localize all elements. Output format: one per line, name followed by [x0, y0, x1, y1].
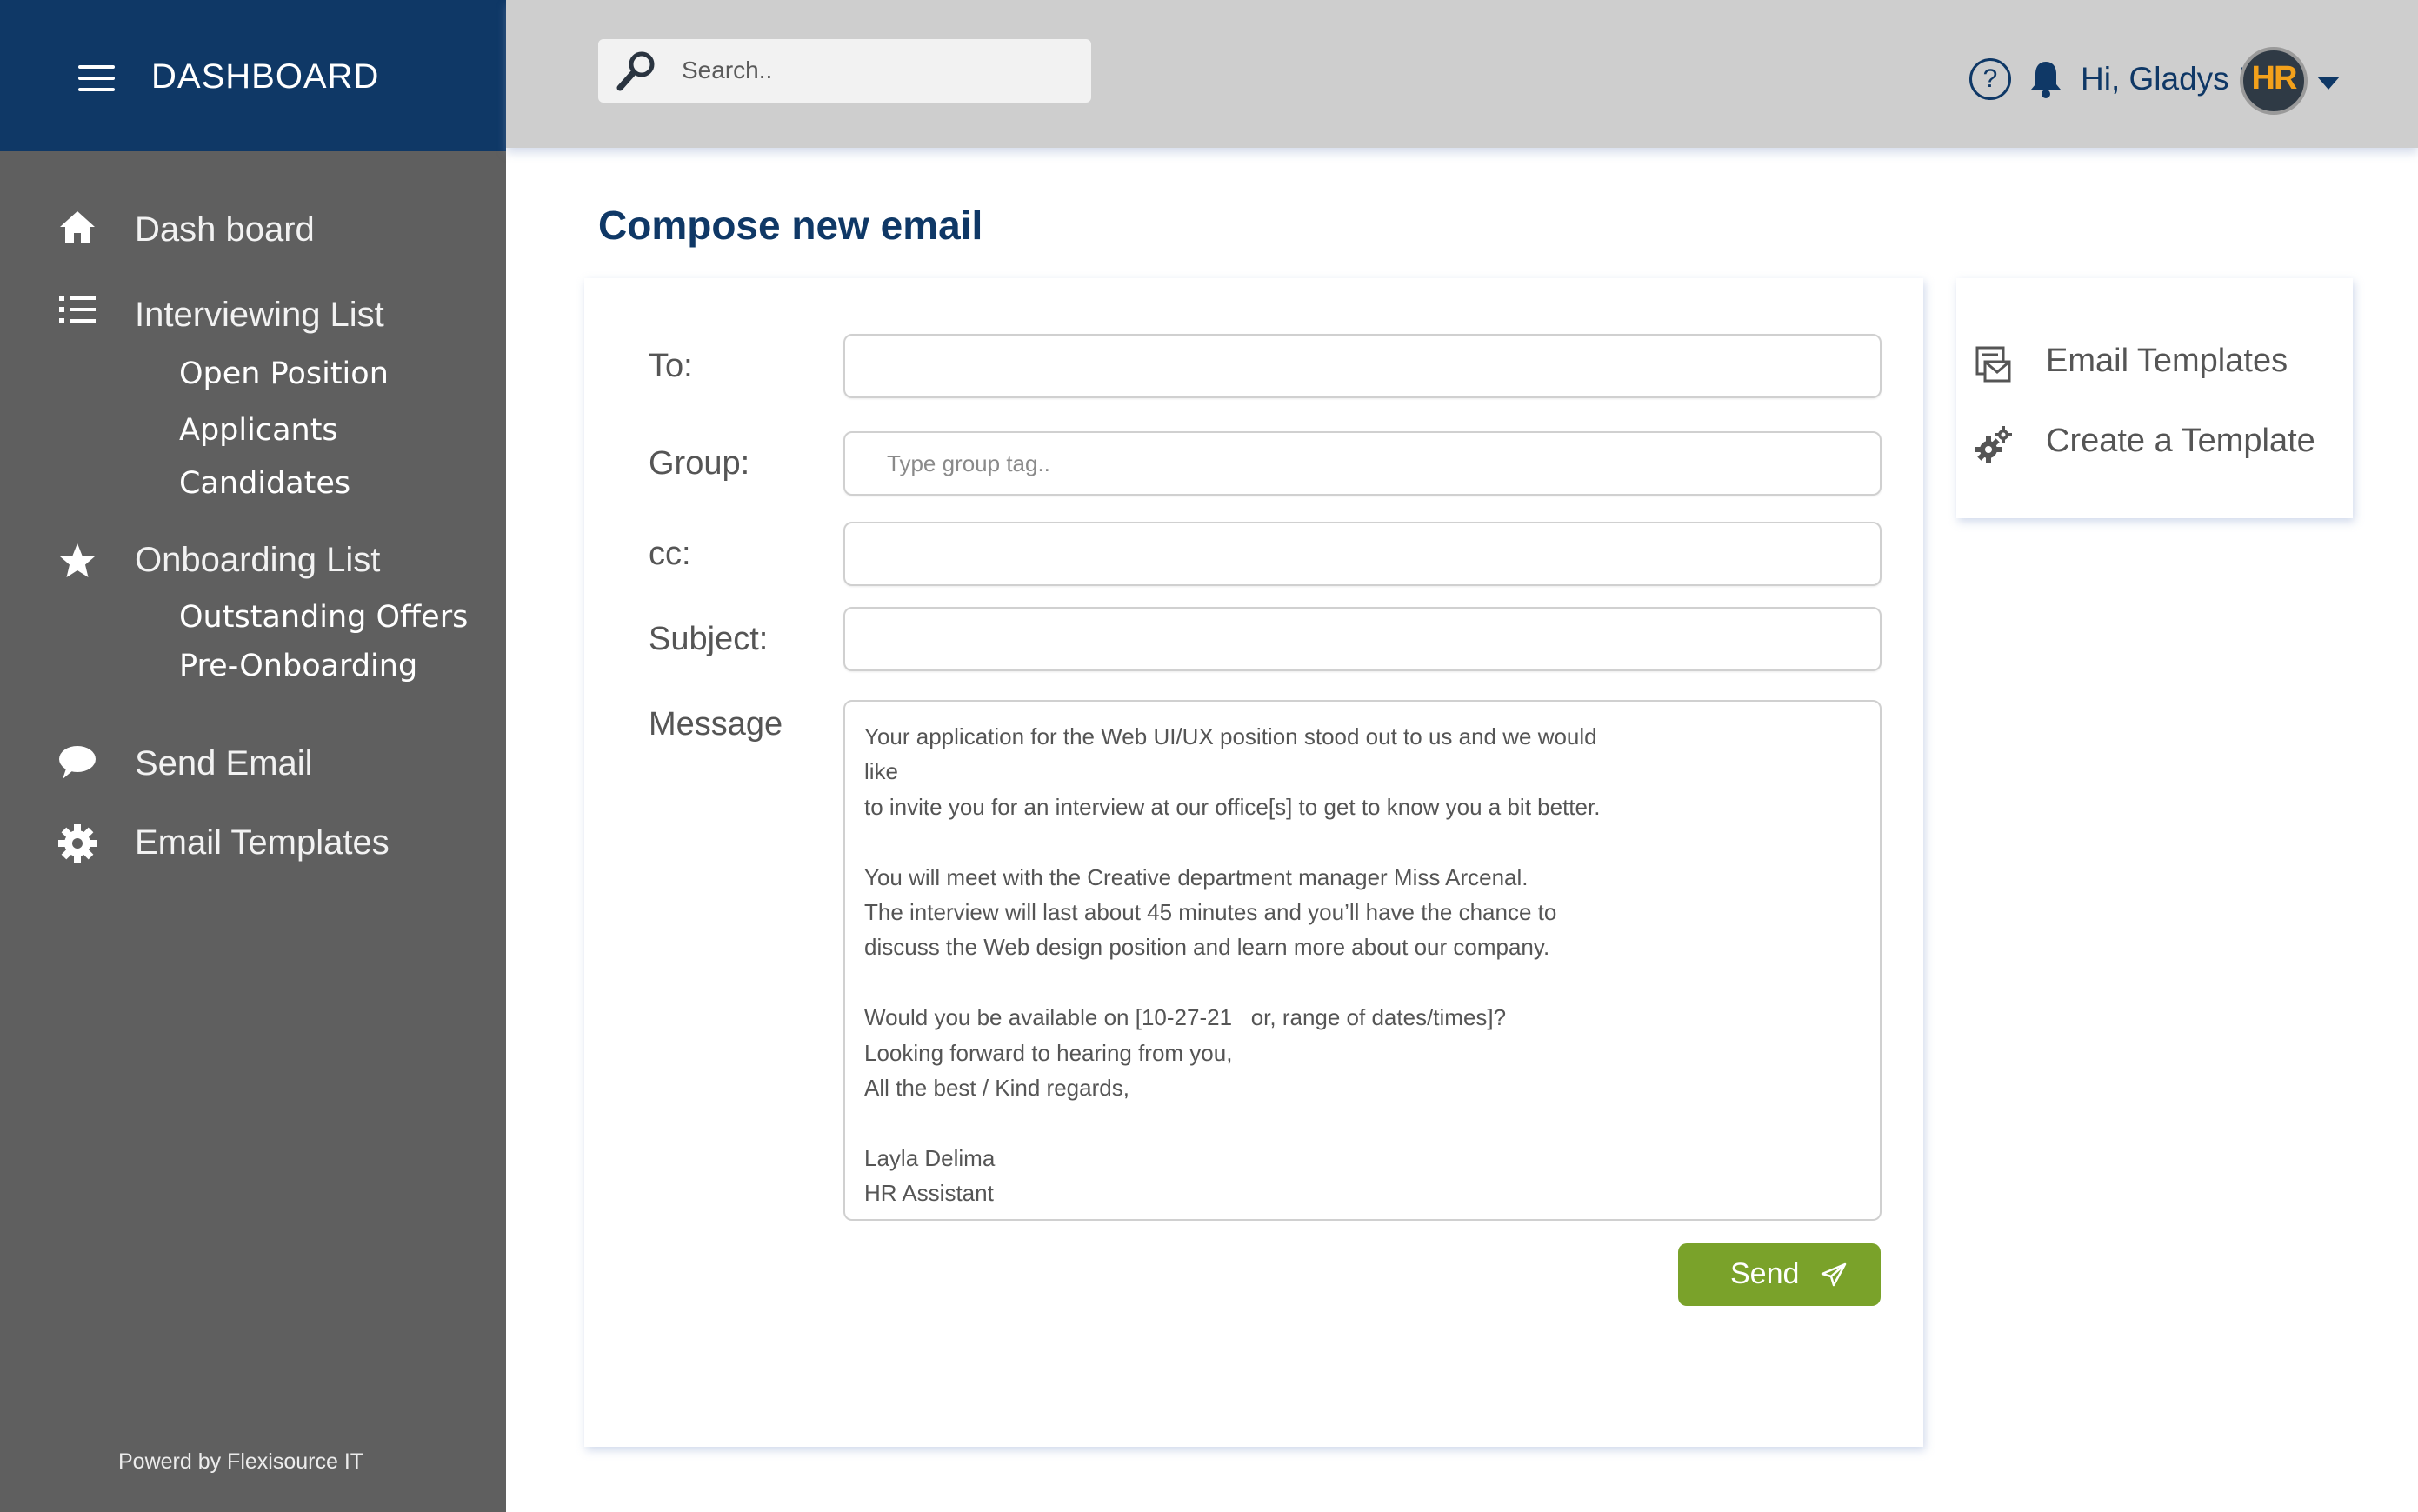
message-label: Message [649, 706, 783, 743]
sidebar-subitem-outstanding-offers[interactable]: Outstanding Offers [179, 600, 468, 635]
sidebar-item-label: Send Email [135, 744, 313, 783]
paper-plane-icon [1821, 1262, 1847, 1287]
list-icon [59, 296, 96, 323]
search-input[interactable] [682, 50, 1064, 91]
message-line: Looking forward to hearing from you, [864, 1039, 1233, 1066]
message-line: The interview will last about 45 minutes… [864, 898, 1557, 925]
cc-label: cc: [649, 536, 691, 572]
gears-icon [1975, 426, 2012, 463]
sidebar-item-interviewing-list[interactable]: Interviewing List [0, 287, 506, 348]
message-line: Layla Delima [864, 1144, 996, 1171]
search-box[interactable] [598, 39, 1091, 103]
to-field[interactable] [843, 334, 1882, 398]
message-line [864, 1105, 1861, 1140]
send-button-label: Send [1730, 1257, 1800, 1290]
cc-field[interactable] [843, 522, 1882, 586]
greeting-text: Hi, Gladys ! [2081, 61, 2248, 97]
message-line: All the best / Kind regards, [864, 1074, 1129, 1101]
avatar[interactable]: HR [2240, 47, 2308, 115]
avatar-initials: HR [2251, 60, 2298, 97]
gear-icon [58, 824, 97, 863]
templates-panel [1956, 278, 2353, 518]
star-icon [60, 543, 95, 577]
sidebar-subitem-pre-onboarding[interactable]: Pre-Onboarding [179, 649, 417, 683]
brand-title: DASHBOARD [151, 57, 380, 96]
sidebar-item-send-email[interactable]: Send Email [0, 736, 506, 796]
sidebar-item-label: Email Templates [135, 823, 390, 862]
message-textarea[interactable]: Your application for the Web UI/UX posit… [843, 700, 1882, 1221]
message-line [864, 824, 1861, 859]
to-label: To: [649, 348, 693, 384]
message-line: You will meet with the Creative departme… [864, 863, 1529, 890]
subject-label: Subject: [649, 621, 769, 657]
message-line: Your application for the Web UI/UX posit… [864, 723, 1597, 749]
chat-bubble-icon [59, 746, 96, 779]
sidebar-item-email-templates[interactable]: Email Templates [0, 815, 506, 876]
bell-icon[interactable] [2028, 59, 2064, 99]
chevron-down-icon[interactable] [2317, 77, 2340, 90]
sidebar-item-label: Dash board [135, 210, 315, 249]
message-line: like [864, 758, 899, 785]
mail-template-icon [1975, 346, 2011, 383]
subject-field[interactable] [843, 607, 1882, 671]
group-tag-field[interactable] [843, 431, 1882, 496]
message-line: discuss the Web design position and lear… [864, 934, 1550, 961]
page-title: Compose new email [598, 203, 983, 248]
side-item-label: Email Templates [2046, 343, 2288, 379]
sidebar-subitem-open-position[interactable]: Open Position [179, 356, 389, 391]
message-line: HR Assistant [864, 1180, 994, 1207]
email-templates-link[interactable]: Email Templates [1974, 337, 2348, 390]
sidebar-subitem-candidates[interactable]: Candidates [179, 466, 350, 501]
message-line: to invite you for an interview at our of… [864, 793, 1601, 820]
home-icon [60, 211, 95, 243]
sidebar-item-label: Onboarding List [135, 541, 381, 579]
message-line: Would you be available on [10-27-21 or, … [864, 1004, 1507, 1031]
powered-by-footer: Powerd by Flexisource IT [118, 1449, 364, 1474]
sidebar-subitem-applicants[interactable]: Applicants [179, 413, 338, 448]
send-button[interactable]: Send [1678, 1243, 1881, 1306]
sidebar-item-dashboard[interactable]: Dash board [0, 202, 506, 263]
message-line [864, 965, 1861, 1000]
brand-header: DASHBOARD [0, 0, 506, 151]
side-item-label: Create a Template [2046, 423, 2315, 459]
help-icon[interactable]: ? [1969, 58, 2011, 100]
sidebar-item-label: Interviewing List [135, 296, 384, 334]
sidebar-item-onboarding-list[interactable]: Onboarding List [0, 532, 506, 593]
search-icon [616, 51, 655, 91]
create-template-link[interactable]: Create a Template [1974, 417, 2348, 470]
hamburger-menu-icon[interactable] [78, 65, 115, 91]
group-label: Group: [649, 445, 750, 482]
